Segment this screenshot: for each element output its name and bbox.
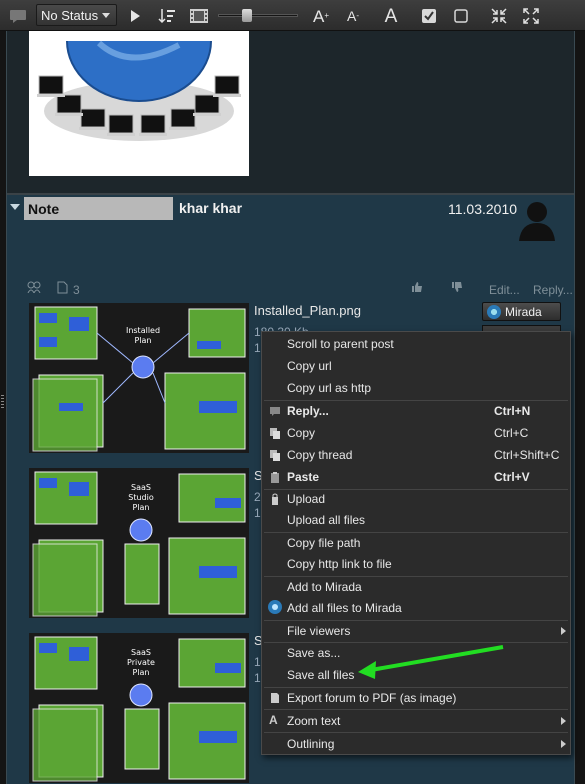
svg-text:SaaS: SaaS xyxy=(131,483,151,492)
check-icon[interactable] xyxy=(418,5,440,27)
svg-text:Plan: Plan xyxy=(134,336,151,345)
font-increase-icon[interactable]: A + xyxy=(310,5,332,27)
menu-item-reply[interactable]: Reply... Ctrl+N xyxy=(262,400,570,422)
sort-icon[interactable] xyxy=(156,5,178,27)
svg-text:SaaS: SaaS xyxy=(131,648,151,657)
edit-link[interactable]: Edit... xyxy=(489,283,520,297)
attachment-thumbnail[interactable]: Installed Plan xyxy=(29,303,249,453)
people-icon[interactable] xyxy=(27,281,41,296)
menu-item-upload[interactable]: Upload xyxy=(262,488,570,510)
menu-item-copy-url[interactable]: Copy url xyxy=(262,355,570,377)
copy-icon xyxy=(269,427,281,439)
mirada-button[interactable]: Mirada xyxy=(482,302,561,321)
attachment-file-name[interactable]: Installed_Plan.png xyxy=(254,303,361,318)
status-select-value: No Status xyxy=(41,8,99,23)
menu-item-file-viewers[interactable]: File viewers xyxy=(262,620,570,642)
menu-item-copy-thread[interactable]: Copy thread Ctrl+Shift+C xyxy=(262,444,570,466)
attachment-file-size-partial: 1 xyxy=(254,655,261,669)
menu-item-add-to-mirada[interactable]: Add to Mirada xyxy=(262,576,570,598)
menu-item-export-pdf[interactable]: Export forum to PDF (as image) xyxy=(262,687,570,709)
play-icon[interactable] xyxy=(124,5,146,27)
chevron-down-icon xyxy=(102,13,110,18)
paste-icon xyxy=(269,471,281,483)
post-date: 11.03.2010 xyxy=(448,201,518,217)
zoom-slider-track[interactable] xyxy=(218,14,298,17)
attachment-file-size-partial: 2 xyxy=(254,490,261,504)
submenu-arrow-icon xyxy=(561,717,566,725)
menu-item-copy-http-link[interactable]: Copy http link to file xyxy=(262,553,570,575)
reply-icon xyxy=(269,405,281,417)
attachment-count: 3 xyxy=(73,283,80,297)
menu-item-upload-all[interactable]: Upload all files xyxy=(262,509,570,531)
menu-item-outlining[interactable]: Outlining xyxy=(262,733,570,755)
menu-item-zoom-text[interactable]: A Zoom text xyxy=(262,710,570,732)
collapse-icon[interactable] xyxy=(488,5,510,27)
menu-item-save-all-files[interactable]: Save all files xyxy=(262,664,570,686)
thumbs-up-icon[interactable] xyxy=(411,281,423,296)
svg-text:Private: Private xyxy=(127,658,155,667)
svg-text:Studio: Studio xyxy=(128,493,154,502)
menu-item-save-as[interactable]: Save as... xyxy=(262,642,570,664)
square-icon[interactable] xyxy=(450,5,472,27)
menu-item-paste[interactable]: Paste Ctrl+V xyxy=(262,466,570,488)
mirada-icon xyxy=(268,600,282,614)
pdf-icon xyxy=(269,692,281,704)
zoom-text-icon: A xyxy=(269,713,278,727)
toolbar: No Status A + A- A xyxy=(0,0,585,31)
attachment-meta-partial: 1 xyxy=(254,506,261,520)
svg-text:Plan: Plan xyxy=(132,503,149,512)
network-globe-image xyxy=(29,31,249,176)
submenu-arrow-icon xyxy=(561,740,566,748)
upload-icon xyxy=(269,493,281,505)
context-menu: Scroll to parent post Copy url Copy url … xyxy=(261,331,571,755)
reply-link[interactable]: Reply... xyxy=(533,283,573,297)
submenu-arrow-icon xyxy=(561,627,566,635)
post-author[interactable]: khar khar xyxy=(179,200,242,216)
menu-item-add-all-to-mirada[interactable]: Add all files to Mirada xyxy=(262,597,570,619)
thumbs-down-icon[interactable] xyxy=(451,281,463,296)
splitter-handle[interactable] xyxy=(1,395,4,409)
mirada-button-label: Mirada xyxy=(505,305,542,319)
attachment-icon[interactable] xyxy=(57,281,68,297)
status-select[interactable]: No Status xyxy=(36,4,117,26)
comment-icon[interactable] xyxy=(7,5,29,27)
menu-item-copy-url-http[interactable]: Copy url as http xyxy=(262,377,570,399)
collapse-arrow-icon[interactable] xyxy=(10,204,20,210)
attachment-thumbnail[interactable]: SaaS Studio Plan xyxy=(29,468,249,618)
attachment-thumbnail[interactable]: SaaS Private Plan xyxy=(29,633,249,783)
font-decrease-icon[interactable]: A- xyxy=(342,5,364,27)
svg-text:Installed: Installed xyxy=(126,326,160,335)
attachment-meta-partial: 1 xyxy=(254,671,261,685)
svg-text:Plan: Plan xyxy=(132,668,149,677)
menu-item-copy[interactable]: Copy Ctrl+C xyxy=(262,422,570,444)
expand-icon[interactable] xyxy=(520,5,542,27)
post-meta-row: 3 Edit... Reply... xyxy=(27,280,573,298)
avatar xyxy=(517,199,557,241)
post-title: Note xyxy=(24,197,173,220)
font-icon[interactable]: A xyxy=(380,5,402,27)
filmstrip-icon[interactable] xyxy=(188,5,210,27)
zoom-slider-thumb[interactable] xyxy=(242,9,252,22)
menu-item-scroll-to-parent[interactable]: Scroll to parent post xyxy=(262,333,570,355)
copy-thread-icon xyxy=(269,449,281,461)
mirada-icon xyxy=(487,305,501,319)
attachment-meta-partial: 1 xyxy=(254,341,261,355)
menu-item-copy-file-path[interactable]: Copy file path xyxy=(262,532,570,554)
previous-post xyxy=(7,31,574,193)
right-rail-edge xyxy=(574,31,575,784)
right-rail xyxy=(575,31,585,784)
